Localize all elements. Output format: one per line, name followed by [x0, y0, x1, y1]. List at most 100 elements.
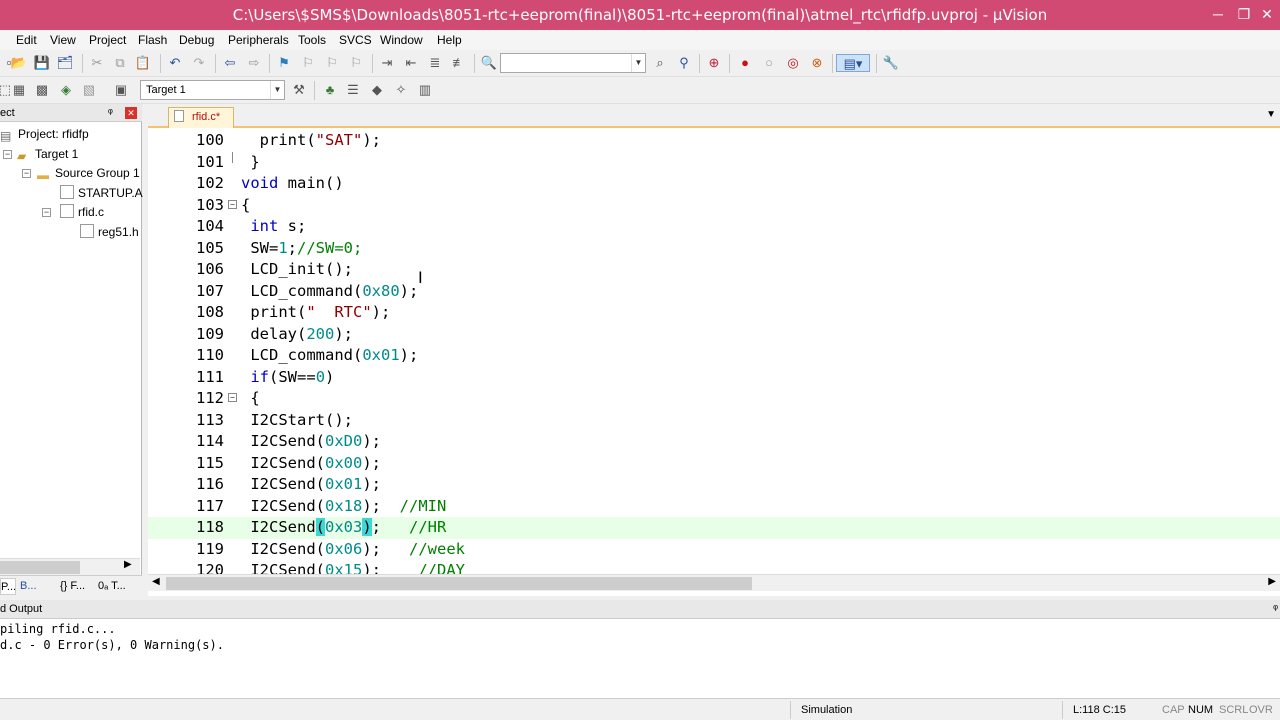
- target-select[interactable]: Target 1 ▼: [140, 80, 285, 100]
- save-icon[interactable]: 💾: [33, 54, 51, 72]
- fold-collapse-icon[interactable]: −: [228, 199, 237, 209]
- code-line-102[interactable]: 102 void main(): [148, 173, 1280, 195]
- minimize-button[interactable]: ─: [1207, 4, 1229, 24]
- paste-icon[interactable]: 📋: [134, 54, 152, 72]
- code-line-105[interactable]: 105 SW=1;//SW=0;: [148, 238, 1280, 260]
- scroll-left-icon[interactable]: ◀: [152, 576, 160, 587]
- disable-all-breakpoints-icon[interactable]: ◎: [784, 54, 802, 72]
- cut-icon[interactable]: ✂: [88, 54, 106, 72]
- code-line-106[interactable]: 106 LCD_init();: [148, 259, 1280, 281]
- collapse-group-icon[interactable]: −: [22, 169, 31, 178]
- uncomment-icon[interactable]: ≢: [450, 54, 468, 72]
- code-area[interactable]: 100 print("SAT"); 101 } 102 void main() 103−…: [148, 130, 1280, 574]
- tab-books[interactable]: B...: [20, 578, 37, 595]
- manage-rte-icon[interactable]: ◆: [368, 81, 386, 99]
- chevron-down-icon[interactable]: ▼: [631, 54, 645, 72]
- code-line-104[interactable]: 104 int s;: [148, 216, 1280, 238]
- close-icon[interactable]: ✕: [125, 107, 137, 119]
- comment-icon[interactable]: ≣: [426, 54, 444, 72]
- menu-project[interactable]: Project: [89, 30, 126, 50]
- code-line-100[interactable]: 100 print("SAT");: [148, 130, 1280, 152]
- open-file-icon[interactable]: 📂: [10, 54, 28, 72]
- debug-session-icon[interactable]: ⊕: [705, 54, 723, 72]
- tab-templates[interactable]: 0ₐ T...: [98, 578, 126, 595]
- menu-help[interactable]: Help: [437, 30, 462, 50]
- pin-icon[interactable]: ᵠ: [1273, 600, 1278, 619]
- close-button[interactable]: ✕: [1256, 4, 1278, 24]
- bookmark-icon[interactable]: ⚑: [275, 54, 293, 72]
- save-all-icon[interactable]: 🗂: [56, 54, 74, 72]
- menu-svcs[interactable]: SVCS: [339, 30, 372, 50]
- scrollbar-thumb[interactable]: [0, 561, 80, 574]
- indent-icon[interactable]: ⇥: [378, 54, 396, 72]
- target-options-icon[interactable]: ⚒: [290, 81, 308, 99]
- code-line-117[interactable]: 117 I2CSend(0x18); //MIN: [148, 496, 1280, 518]
- pin-icon[interactable]: ᵠ: [108, 104, 113, 122]
- code-line-101[interactable]: 101 }: [148, 151, 1280, 174]
- menu-flash[interactable]: Flash: [138, 30, 167, 50]
- tree-project-root[interactable]: ▤ Project: rfidfp: [0, 125, 89, 143]
- code-line-108[interactable]: 108 print(" RTC");: [148, 302, 1280, 324]
- tree-file-startup[interactable]: STARTUP.A: [60, 184, 143, 202]
- menu-edit[interactable]: Edit: [16, 30, 37, 50]
- editor-horizontal-scrollbar[interactable]: ◀ ▶: [148, 574, 1280, 591]
- copy-icon[interactable]: ⧉: [111, 54, 129, 72]
- configure-icon[interactable]: 🔧: [882, 54, 900, 72]
- tab-list-chevron-icon[interactable]: ▼: [1266, 109, 1276, 120]
- build-icon[interactable]: ▦: [10, 81, 28, 99]
- code-line-118[interactable]: 118 I2CSend(0x03); //HR: [148, 517, 1280, 539]
- rebuild-icon[interactable]: ▩: [33, 81, 51, 99]
- code-line-120[interactable]: 120 I2CSend(0x15); //DAY: [148, 560, 1280, 574]
- project-horizontal-scrollbar[interactable]: ▶: [0, 558, 140, 575]
- menu-tools[interactable]: Tools: [298, 30, 326, 50]
- kill-all-breakpoints-icon[interactable]: ⊗: [808, 54, 826, 72]
- incremental-find-icon[interactable]: ⚲: [675, 54, 693, 72]
- navigate-forward-icon[interactable]: ⇨: [245, 54, 263, 72]
- tree-target[interactable]: ▰ Target 1: [17, 145, 78, 163]
- window-layout-icon[interactable]: ▤▾: [836, 54, 870, 72]
- undo-icon[interactable]: ↶: [166, 54, 184, 72]
- next-bookmark-icon[interactable]: ⚐: [323, 54, 341, 72]
- menu-window[interactable]: Window: [380, 30, 423, 50]
- disable-breakpoint-icon[interactable]: ○: [760, 54, 778, 72]
- pack-installer-icon[interactable]: ✧: [392, 81, 410, 99]
- code-line-113[interactable]: 113 I2CStart();: [148, 410, 1280, 432]
- tree-file-reg51[interactable]: reg51.h: [80, 223, 139, 241]
- code-line-103[interactable]: 103−{: [148, 195, 1280, 217]
- tree-source-group[interactable]: ▬ Source Group 1: [37, 164, 140, 182]
- batch-build-icon[interactable]: ◈: [57, 81, 75, 99]
- code-line-115[interactable]: 115 I2CSend(0x00);: [148, 453, 1280, 475]
- stop-build-icon[interactable]: ▧: [80, 81, 98, 99]
- chevron-down-icon[interactable]: ▼: [270, 81, 284, 99]
- find-in-files-icon[interactable]: 🔍: [480, 54, 498, 72]
- find-icon[interactable]: ⌕: [651, 54, 669, 72]
- fold-collapse-icon[interactable]: −: [228, 393, 237, 402]
- code-line-112[interactable]: 112− {: [148, 388, 1280, 410]
- tab-functions[interactable]: {} F...: [60, 578, 85, 595]
- collapse-target-icon[interactable]: −: [3, 150, 12, 159]
- breakpoint-icon[interactable]: ●: [736, 54, 754, 72]
- download-icon[interactable]: ▣: [112, 81, 130, 99]
- tab-rfid-c[interactable]: rfid.c*: [168, 107, 234, 128]
- menu-peripherals[interactable]: Peripherals: [228, 30, 289, 50]
- code-line-111[interactable]: 111 if(SW==0): [148, 367, 1280, 389]
- code-line-116[interactable]: 116 I2CSend(0x01);: [148, 474, 1280, 496]
- unindent-icon[interactable]: ⇤: [402, 54, 420, 72]
- collapse-file-icon[interactable]: −: [42, 208, 51, 217]
- select-packs-icon[interactable]: ☰: [344, 81, 362, 99]
- code-line-110[interactable]: 110 LCD_command(0x01);: [148, 345, 1280, 367]
- code-line-114[interactable]: 114 I2CSend(0xD0);: [148, 431, 1280, 453]
- tree-file-rfid[interactable]: rfid.c: [60, 203, 104, 221]
- scrollbar-thumb[interactable]: [166, 577, 752, 590]
- redo-icon[interactable]: ↷: [190, 54, 208, 72]
- code-line-119[interactable]: 119 I2CSend(0x06); //week: [148, 539, 1280, 561]
- scroll-right-icon[interactable]: ▶: [124, 559, 132, 570]
- navigate-back-icon[interactable]: ⇦: [221, 54, 239, 72]
- maximize-button[interactable]: ❐: [1233, 4, 1255, 24]
- books-icon[interactable]: ▥: [416, 81, 434, 99]
- code-line-107[interactable]: 107 LCD_command(0x80);: [148, 281, 1280, 303]
- find-combo[interactable]: ▼: [500, 53, 646, 73]
- menu-view[interactable]: View: [50, 30, 76, 50]
- menu-debug[interactable]: Debug: [179, 30, 214, 50]
- manage-project-items-icon[interactable]: ♣: [321, 81, 339, 99]
